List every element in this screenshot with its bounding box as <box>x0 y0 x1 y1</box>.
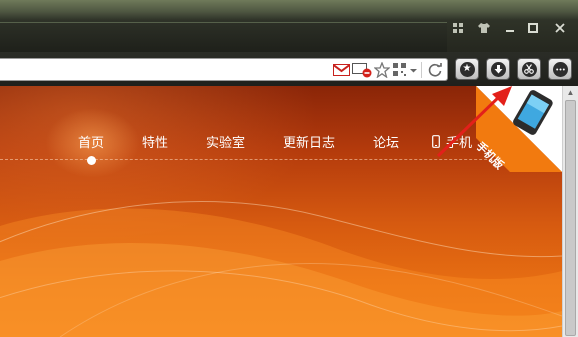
screenshot-button[interactable] <box>517 58 541 80</box>
maximize-icon[interactable] <box>522 20 544 38</box>
download-button[interactable] <box>486 58 510 80</box>
address-toolbar: ★ <box>0 52 578 86</box>
nav-item-forum[interactable]: 论坛 <box>373 132 399 151</box>
minimize-icon[interactable] <box>499 20 521 38</box>
skin-icon[interactable] <box>447 20 469 38</box>
menu-icon <box>552 61 568 77</box>
scrollbar-thumb[interactable] <box>565 100 576 336</box>
chevron-down-icon[interactable] <box>409 62 418 78</box>
shirt-icon[interactable] <box>473 20 495 38</box>
menu-button[interactable] <box>548 58 572 80</box>
screen-block-icon[interactable] <box>352 62 372 78</box>
url-divider <box>421 62 422 78</box>
qr-code-icon[interactable] <box>393 62 407 78</box>
url-bar[interactable] <box>0 58 448 81</box>
refresh-icon[interactable] <box>427 62 443 78</box>
nav-item-changelog[interactable]: 更新日志 <box>283 132 335 151</box>
nav-item-home[interactable]: 首页 <box>78 132 104 151</box>
scissors-icon <box>521 61 537 77</box>
star-add-icon[interactable] <box>374 62 390 78</box>
nav-item-features[interactable]: 特性 <box>142 132 168 151</box>
title-bar <box>0 0 578 53</box>
web-page: 首页 特性 实验室 更新日志 论坛 手机 手机版 <box>0 86 562 337</box>
tab-strip[interactable] <box>0 22 447 53</box>
gmail-icon[interactable] <box>333 62 350 78</box>
nav-active-indicator <box>87 156 96 165</box>
close-icon[interactable] <box>549 20 571 38</box>
download-icon <box>490 61 506 77</box>
favorites-icon: ★ <box>459 61 475 77</box>
scroll-up-icon[interactable]: ▲ <box>563 86 578 100</box>
nav-item-labs[interactable]: 实验室 <box>206 132 245 151</box>
favorites-button[interactable]: ★ <box>455 58 479 80</box>
annotation-arrow <box>436 86 512 158</box>
vertical-scrollbar[interactable]: ▲ <box>562 86 578 337</box>
